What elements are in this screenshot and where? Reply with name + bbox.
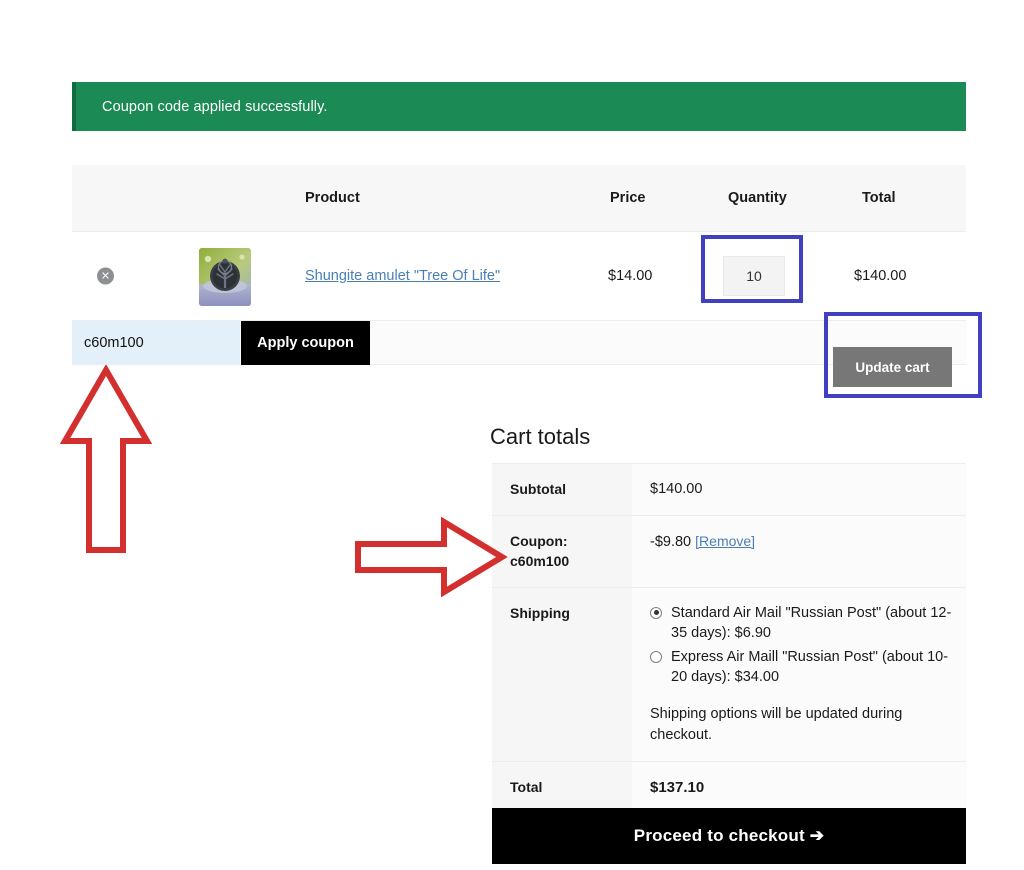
totals-row-total: Total $137.10 bbox=[492, 761, 966, 815]
shipping-option-standard[interactable]: Standard Air Mail "Russian Post" (about … bbox=[650, 603, 952, 644]
shipping-label: Shipping bbox=[492, 587, 632, 761]
cart-totals-table: Subtotal $140.00 Coupon: c60m100 -$9.80 … bbox=[492, 463, 966, 815]
arrow-pointing-to-coupon-row bbox=[355, 516, 508, 598]
quantity-cell bbox=[723, 256, 785, 296]
coupon-label: Coupon: c60m100 bbox=[492, 516, 632, 587]
quantity-input[interactable] bbox=[723, 256, 785, 296]
subtotal-label: Subtotal bbox=[492, 464, 632, 516]
shipping-option-express[interactable]: Express Air Maill "Russian Post" (about … bbox=[650, 647, 952, 688]
shipping-note: Shipping options will be updated during … bbox=[650, 705, 903, 743]
update-cart-button[interactable]: Update cart bbox=[833, 347, 952, 387]
coupon-label-line2: c60m100 bbox=[510, 553, 570, 570]
column-header-price: Price bbox=[610, 190, 646, 206]
table-row: ✕ Shungite amulet "Tree Of Life" $14.00 … bbox=[72, 232, 966, 321]
subtotal-value: $140.00 bbox=[632, 464, 966, 516]
checkout-label: Proceed to checkout bbox=[633, 826, 805, 845]
product-link[interactable]: Shungite amulet "Tree Of Life" bbox=[305, 268, 500, 284]
column-header-total: Total bbox=[862, 190, 896, 206]
coupon-label-line1: Coupon: bbox=[510, 533, 568, 550]
totals-row-subtotal: Subtotal $140.00 bbox=[492, 464, 966, 517]
coupon-discount-amount: -$9.80 bbox=[650, 534, 692, 551]
coupon-code-input[interactable] bbox=[72, 321, 240, 365]
column-header-quantity: Quantity bbox=[728, 190, 787, 206]
coupon-actions-row: Apply coupon Update cart bbox=[72, 321, 966, 387]
coupon-remove-link[interactable]: [Remove] bbox=[695, 533, 755, 549]
shipping-option-standard-label: Standard Air Mail "Russian Post" (about … bbox=[671, 604, 952, 642]
product-price: $14.00 bbox=[608, 268, 653, 284]
order-total-value: $137.10 bbox=[632, 761, 966, 814]
coupon-success-notice: Coupon code applied successfully. bbox=[72, 82, 966, 131]
notice-message: Coupon code applied successfully. bbox=[102, 98, 328, 115]
product-thumbnail-image bbox=[199, 248, 251, 306]
arrow-pointing-to-coupon-input bbox=[60, 365, 152, 553]
totals-row-shipping: Shipping Standard Air Mail "Russian Post… bbox=[492, 587, 966, 762]
shipping-options: Standard Air Mail "Russian Post" (about … bbox=[632, 587, 966, 761]
product-line-total: $140.00 bbox=[854, 268, 907, 284]
apply-coupon-button[interactable]: Apply coupon bbox=[241, 321, 370, 365]
radio-standard-air-mail[interactable] bbox=[650, 606, 662, 619]
cart-table: Product Price Quantity Total ✕ Shungite … bbox=[72, 165, 966, 387]
radio-express-air-mail[interactable] bbox=[650, 650, 662, 663]
product-thumbnail[interactable] bbox=[199, 248, 251, 306]
cart-totals-title: Cart totals bbox=[490, 424, 591, 449]
totals-row-coupon: Coupon: c60m100 -$9.80 [Remove] bbox=[492, 516, 966, 588]
proceed-to-checkout-button[interactable]: Proceed to checkout ➔ bbox=[492, 808, 966, 864]
shipping-option-express-label: Express Air Maill "Russian Post" (about … bbox=[671, 648, 949, 686]
coupon-value-cell: -$9.80 [Remove] bbox=[632, 516, 966, 587]
order-total-label: Total bbox=[492, 761, 632, 814]
cart-page: Coupon code applied successfully. Produc… bbox=[0, 0, 1024, 870]
arrow-right-icon: ➔ bbox=[809, 826, 825, 845]
cart-table-header-row: Product Price Quantity Total bbox=[72, 165, 966, 232]
column-header-product: Product bbox=[305, 190, 360, 206]
remove-circle-icon[interactable]: ✕ bbox=[97, 267, 114, 285]
